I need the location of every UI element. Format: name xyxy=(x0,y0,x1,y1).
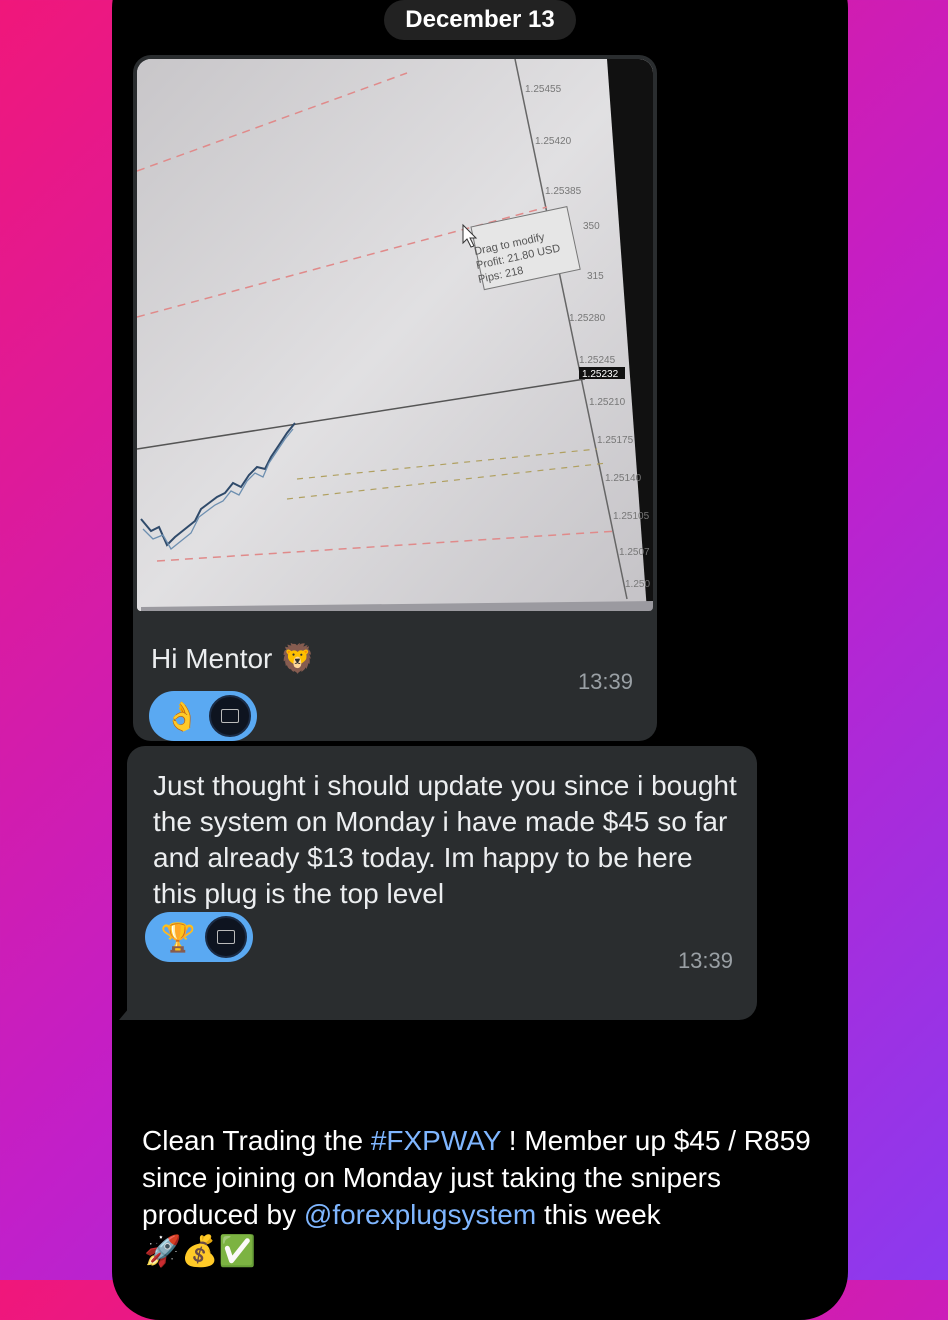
message-time: 13:39 xyxy=(577,669,633,694)
message-text-content: Hi Mentor xyxy=(151,643,273,674)
post-caption: Clean Trading the #FXPWAY ! Member up $4… xyxy=(142,1122,842,1233)
reactor-avatar xyxy=(209,695,251,737)
bubble-tail xyxy=(119,1008,129,1020)
reactor-avatar xyxy=(205,916,247,958)
price-label: 1.2507 xyxy=(619,547,650,558)
reaction-pill[interactable]: 🏆 xyxy=(145,912,253,962)
current-price-label: 1.25232 xyxy=(582,369,619,380)
caption-text: Clean Trading the xyxy=(142,1125,371,1156)
caption-emojis: 🚀💰✅ xyxy=(144,1235,257,1268)
price-label: 1.25420 xyxy=(535,136,572,147)
ok-hand-emoji: 👌 xyxy=(164,700,200,732)
price-label: 1.25210 xyxy=(589,397,626,408)
mention-link[interactable]: @forexplugsystem xyxy=(304,1199,536,1230)
price-label: 1.250 xyxy=(625,579,650,590)
price-label: 1.25245 xyxy=(579,355,616,366)
price-label: 1.25175 xyxy=(597,435,634,446)
message-bubble-photo[interactable]: Drag to modify Profit: 21.80 USD Pips: 2… xyxy=(133,55,657,741)
lion-emoji: 🦁 xyxy=(280,643,316,674)
message-time: 13:39 xyxy=(677,948,733,973)
price-label: 1.25455 xyxy=(525,84,562,95)
trophy-emoji: 🏆 xyxy=(160,921,196,953)
price-label: 1.25385 xyxy=(545,186,582,197)
caption-text: this week xyxy=(536,1199,661,1230)
chart-photo-image: Drag to modify Profit: 21.80 USD Pips: 2… xyxy=(137,59,653,611)
price-label: 1.25105 xyxy=(613,511,650,522)
price-label: 350 xyxy=(583,221,600,232)
message-bubble-text[interactable]: Just thought i should update you since i… xyxy=(119,746,757,1020)
price-label: 1.25140 xyxy=(605,473,642,484)
message-text: Hi Mentor 🦁 xyxy=(151,641,315,677)
message-text-content: Just thought i should update you since i… xyxy=(153,770,737,909)
price-label: 1.25280 xyxy=(569,313,606,324)
chat-screen: December 13 Drag to modify Profit: 21.80… xyxy=(112,0,848,1320)
price-label: 315 xyxy=(587,271,604,282)
date-header: December 13 xyxy=(384,0,576,40)
chart-photo[interactable]: Drag to modify Profit: 21.80 USD Pips: 2… xyxy=(137,59,653,611)
reaction-pill[interactable]: 👌 xyxy=(149,691,257,741)
hashtag-link[interactable]: #FXPWAY xyxy=(371,1125,501,1156)
